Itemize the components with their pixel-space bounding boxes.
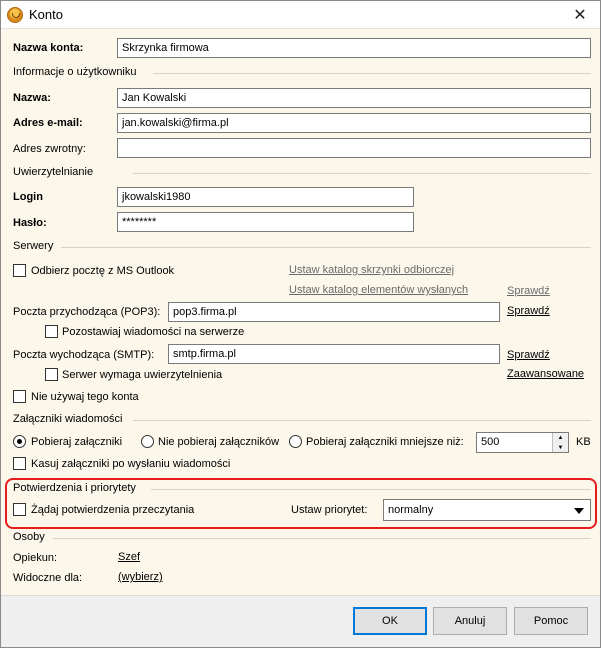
delete-after-send-checkbox[interactable] [13,457,26,470]
size-limit-value: 500 [481,436,500,448]
priority-value: normalny [388,504,434,516]
cancel-button[interactable]: Anuluj [433,607,507,635]
delete-after-send-label: Kasuj załączniki po wysłaniu wiadomości [31,458,231,470]
pop3-check-link[interactable]: Sprawdź [507,305,550,317]
password-label: Hasło: [13,217,47,229]
pop3-label: Poczta przychodząca (POP3): [13,306,161,318]
attachments-section-title: Załączniki wiadomości [13,413,123,425]
size-limit-input[interactable]: 500 ▲ ▼ [476,432,569,453]
password-input[interactable]: ******** [117,212,414,232]
close-button[interactable]: ✕ [560,1,600,29]
guardian-label: Opiekun: [13,552,58,564]
priority-select[interactable]: normalny [383,499,591,521]
auth-section-title: Uwierzytelnianie [13,166,94,178]
reply-address-label: Adres zwrotny: [13,143,86,155]
chevron-down-icon [574,508,584,514]
email-label: Adres e-mail: [13,117,83,129]
disable-account-checkbox[interactable] [13,390,26,403]
download-smaller-radio[interactable] [289,435,302,448]
smtp-check-link[interactable]: Sprawdź [507,349,550,361]
section-divider [153,73,591,74]
login-input[interactable]: jkowalski1980 [117,187,414,207]
ok-button[interactable]: OK [353,607,427,635]
people-section-title: Osoby [13,531,45,543]
name-label: Nazwa: [13,92,51,104]
help-button[interactable]: Pomoc [514,607,588,635]
advanced-link[interactable]: Zaawansowane [507,368,584,380]
size-unit-label: KB [576,436,591,448]
smtp-auth-label: Serwer wymaga uwierzytelnienia [62,369,223,381]
section-divider [61,247,591,248]
servers-section-title: Serwery [13,240,54,252]
app-logo-icon [7,7,23,23]
sent-catalog-link[interactable]: Ustaw katalog elementów wysłanych [289,284,468,296]
receipts-section-title: Potwierdzenia i priorytety [13,482,136,494]
pop3-input[interactable]: pop3.firma.pl [168,302,500,322]
read-receipt-checkbox[interactable] [13,503,26,516]
download-attachments-label: Pobieraj załączniki [31,436,123,448]
reply-address-input[interactable] [117,138,591,158]
read-receipt-label: Żądaj potwierdzenia przeczytania [31,504,195,516]
outlook-checkbox[interactable] [13,264,26,277]
spin-down-icon[interactable]: ▼ [552,443,568,452]
smtp-auth-checkbox[interactable] [45,368,58,381]
login-label: Login [13,191,43,203]
priority-label: Ustaw priorytet: [291,504,368,516]
section-divider [133,420,591,421]
window-title: Konto [29,7,63,22]
visible-to-label: Widoczne dla: [13,572,83,584]
account-dialog: Konto ✕ Nazwa konta: Skrzynka firmowa In… [0,0,601,648]
smtp-input[interactable]: smtp.firma.pl [168,344,500,364]
download-smaller-label: Pobieraj załączniki mniejsze niż: [306,436,464,448]
user-info-section-title: Informacje o użytkowniku [13,66,137,78]
leave-on-server-label: Pozostawiaj wiadomości na serwerze [62,326,245,338]
account-name-label: Nazwa konta: [13,42,84,54]
outlook-label: Odbierz pocztę z MS Outlook [31,265,175,277]
inbox-catalog-link[interactable]: Ustaw katalog skrzynki odbiorczej [289,264,454,276]
section-divider [133,173,591,174]
button-bar: OK Anuluj Pomoc [1,595,600,647]
leave-on-server-checkbox[interactable] [45,325,58,338]
visible-to-link[interactable]: (wybierz) [118,571,163,583]
no-download-attachments-label: Nie pobieraj załączników [158,436,280,448]
check-link-disabled[interactable]: Sprawdź [507,285,550,297]
disable-account-label: Nie używaj tego konta [31,391,139,403]
email-input[interactable]: jan.kowalski@firma.pl [117,113,591,133]
section-divider [151,489,591,490]
guardian-link[interactable]: Szef [118,551,140,563]
download-attachments-radio[interactable] [13,435,26,448]
title-bar: Konto ✕ [1,1,600,29]
smtp-label: Poczta wychodząca (SMTP): [13,349,155,361]
section-divider [53,538,591,539]
account-name-input[interactable]: Skrzynka firmowa [117,38,591,58]
name-input[interactable]: Jan Kowalski [117,88,591,108]
no-download-attachments-radio[interactable] [141,435,154,448]
